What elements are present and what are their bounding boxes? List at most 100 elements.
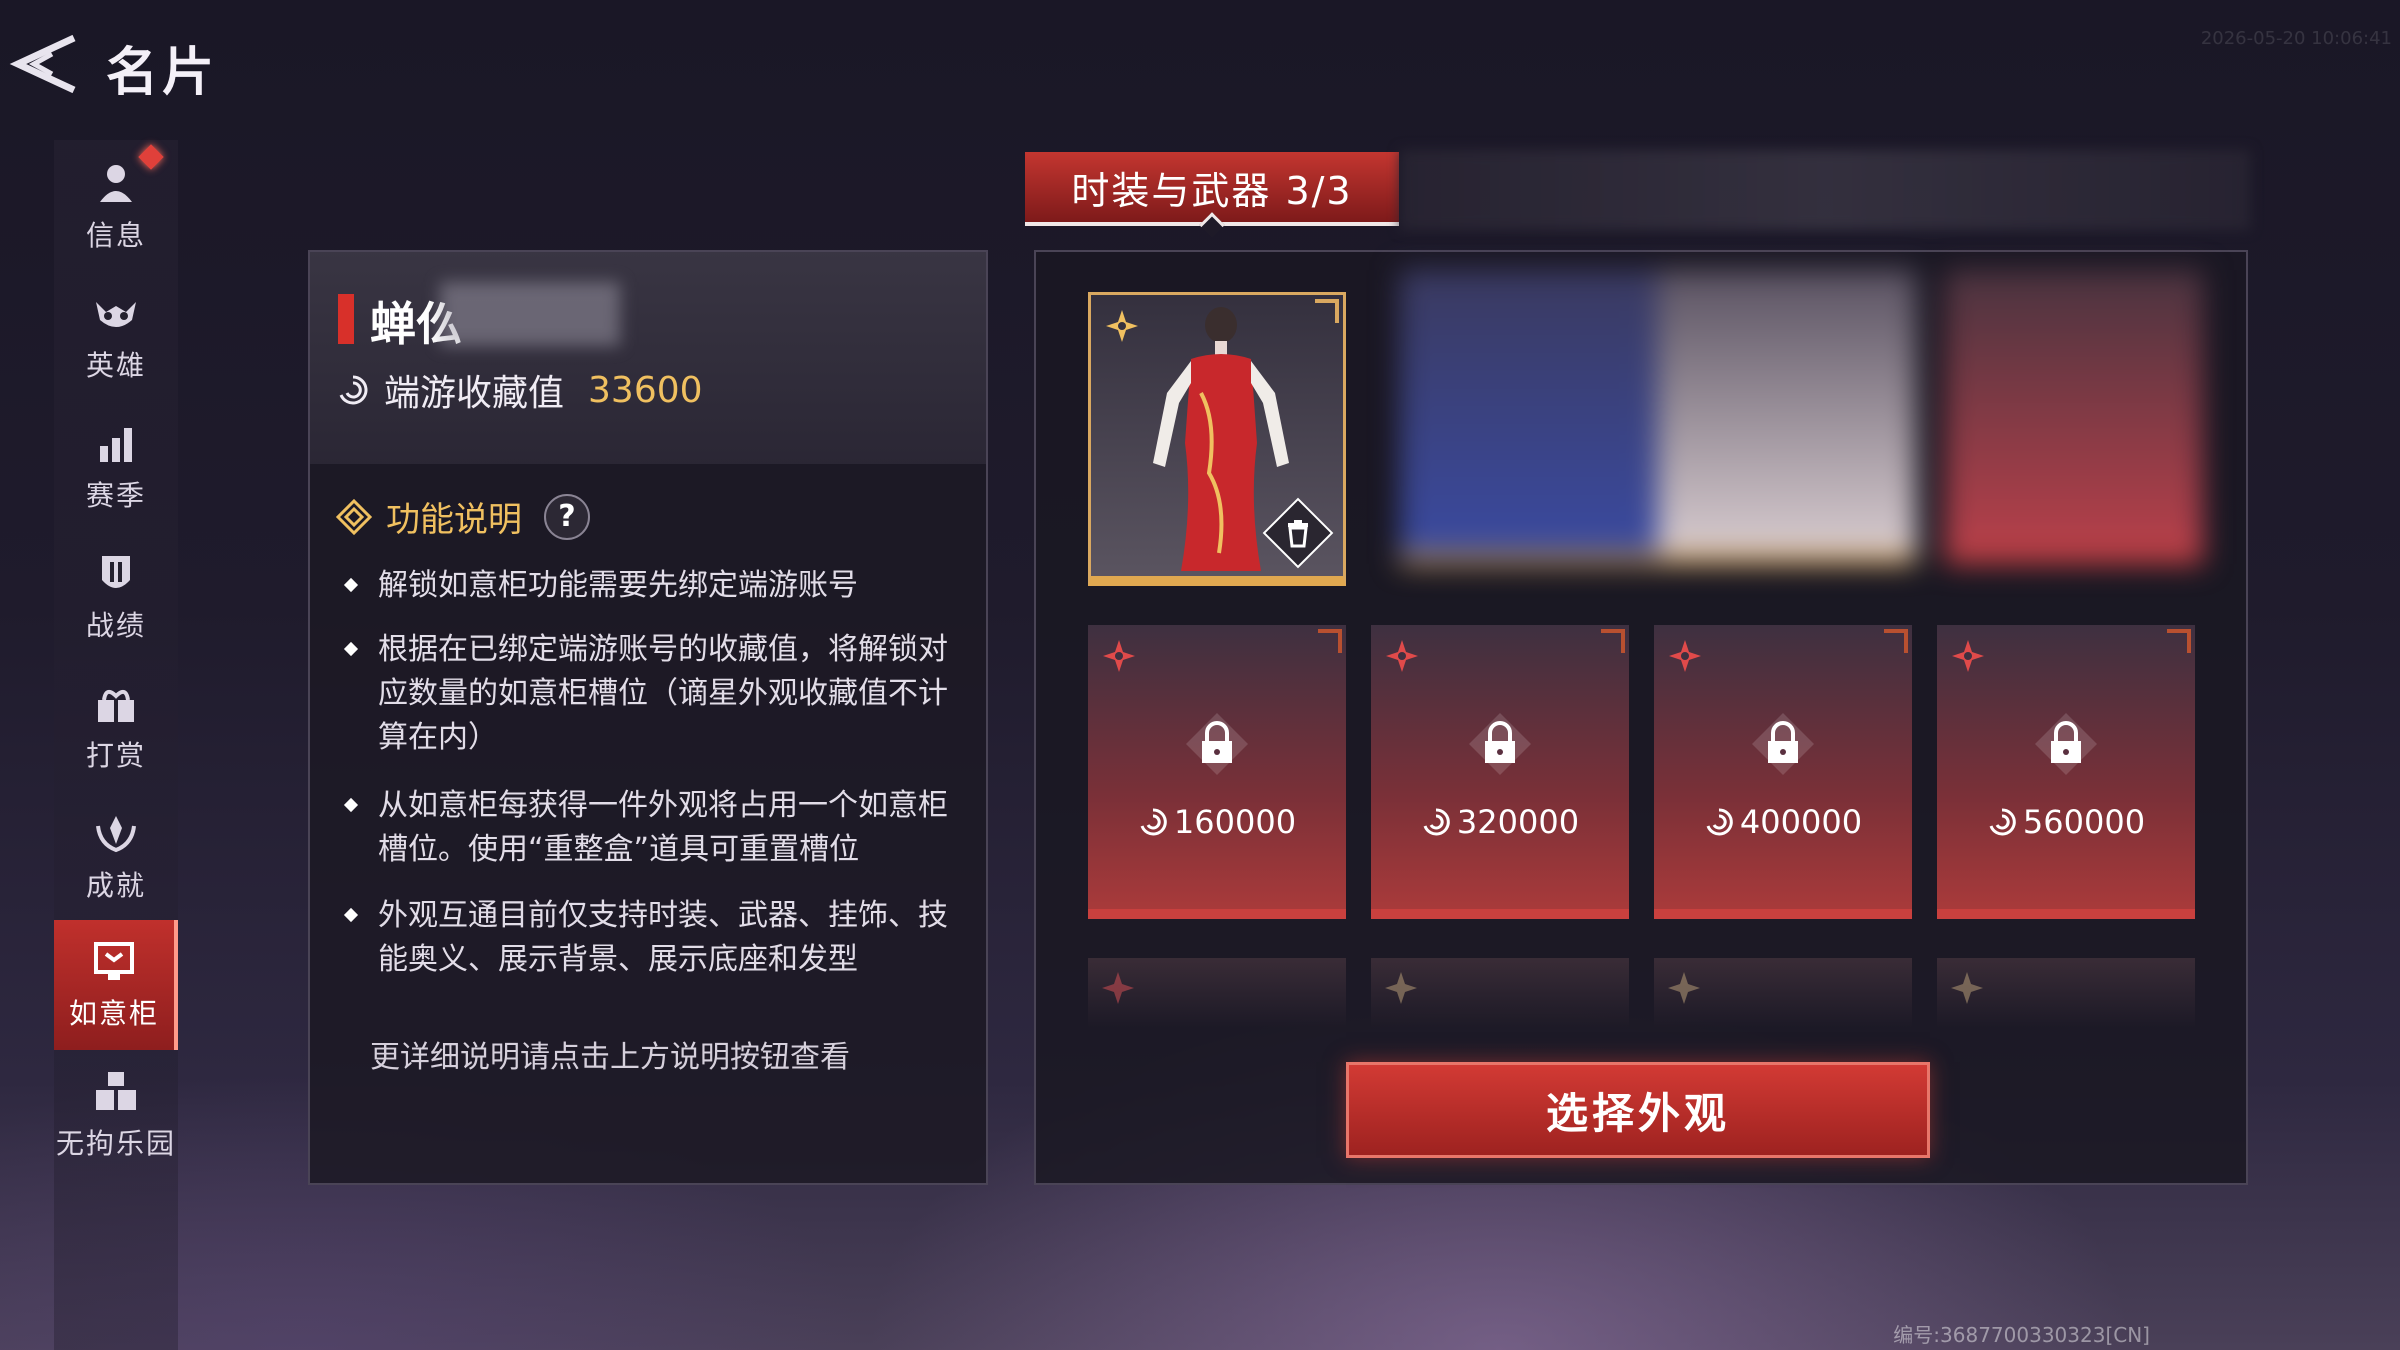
sidebar-item-season[interactable]: 赛季 [54, 402, 178, 532]
function-title: 功能说明 [386, 500, 522, 540]
gold-star-icon [1951, 972, 1983, 1004]
mask-icon [96, 302, 136, 327]
bullet-diamond [343, 641, 359, 657]
info-bullet: 从如意柜每获得一件外观将占用一个如意柜槽位。使用“重整盒”道具可重置槽位 [338, 784, 958, 872]
info-panel: 蝉仫 端游收藏值 33600 功能说明 ? 解锁如意柜功能需要先绑定端游账号 根… [308, 250, 988, 1185]
lock-icon [1469, 713, 1531, 775]
sidebar-item-label: 成就 [85, 869, 146, 902]
lock-icon [1186, 713, 1248, 775]
locked-slot[interactable]: 560000 [1937, 625, 2195, 919]
slot-partial [1937, 958, 2195, 1028]
sidebar-item-achievement[interactable]: 成就 [54, 792, 178, 922]
collection-value: 33600 [588, 369, 703, 411]
gold-star-icon [1385, 972, 1417, 1004]
slot-corner [1601, 629, 1625, 653]
collection-swirl-icon [1423, 808, 1450, 836]
sidebar-item-label: 如意柜 [68, 997, 159, 1030]
gold-star-icon [1668, 972, 1700, 1004]
sidebar-item-cabinet[interactable]: 如意柜 [54, 920, 178, 1050]
help-button[interactable]: ? [544, 493, 590, 540]
sidebar-item-label: 英雄 [85, 349, 146, 382]
sidebar-item-label: 无拘乐园 [55, 1127, 176, 1160]
bullet-diamond [343, 907, 359, 923]
slot-corner [2167, 629, 2191, 653]
collection-row: 端游收藏值 33600 [336, 364, 703, 416]
sidebar-item-label: 信息 [85, 219, 146, 252]
red-star-icon [1102, 972, 1134, 1004]
sidebar: 信息 英雄 赛季 战绩 打赏 成就 如意柜 无拘乐园 [54, 140, 178, 1350]
sidebar-item-label: 赛季 [85, 479, 146, 512]
info-bullet: 根据在已绑定端游账号的收藏值，将解锁对应数量的如意柜槽位（谪星外观收藏值不计算在… [338, 628, 958, 760]
trash-icon [1288, 520, 1308, 548]
back-button[interactable] [4, 28, 84, 98]
tab-caret [1199, 212, 1225, 238]
slot-partial [1654, 958, 1912, 1028]
slot-corner [1318, 629, 1342, 653]
cost-value: 160000 [1173, 803, 1297, 841]
gift-icon [98, 689, 134, 722]
red-star-icon [1386, 640, 1418, 672]
info-bullet: 外观互通目前仅支持时装、武器、挂饰、技能奥义、展示背景、展示底座和发型 [338, 894, 958, 982]
select-appearance-button[interactable]: 选择外观 [1346, 1062, 1930, 1158]
bullet-text: 根据在已绑定端游账号的收藏值，将解锁对应数量的如意柜槽位（谪星外观收藏值不计算在… [378, 632, 948, 755]
more-info-note: 更详细说明请点击上方说明按钮查看 [370, 1040, 850, 1075]
bullet-diamond [343, 797, 359, 813]
slot-corner [1315, 299, 1339, 323]
profile-header: 蝉仫 端游收藏值 33600 [310, 252, 986, 464]
timestamp: 2026-05-20 10:06:41 [2200, 28, 2392, 49]
unlock-cost: 160000 [1088, 803, 1346, 841]
sidebar-item-record[interactable]: 战绩 [54, 532, 178, 662]
person-icon [100, 165, 132, 202]
collection-label: 端游收藏值 [384, 373, 565, 414]
collection-swirl-icon [1989, 808, 2016, 836]
collection-swirl-icon [1706, 808, 1733, 836]
red-star-icon [1103, 640, 1135, 672]
bullet-text: 解锁如意柜功能需要先绑定端游账号 [378, 568, 858, 603]
sidebar-item-label: 战绩 [85, 609, 146, 642]
outfit-slot-filled[interactable] [1088, 292, 1346, 586]
blocks-icon [96, 1072, 136, 1110]
sidebar-item-info[interactable]: 信息 [54, 142, 178, 272]
notification-dot [138, 144, 164, 170]
bar-chart-icon [100, 428, 132, 462]
function-header: 功能说明 ? [336, 492, 590, 541]
cost-value: 320000 [1456, 803, 1580, 841]
unlock-cost: 560000 [1937, 803, 2195, 841]
info-bullet: 解锁如意柜功能需要先绑定端游账号 [338, 564, 958, 608]
diamond-icon [336, 498, 372, 535]
lock-icon [2035, 713, 2097, 775]
unlock-cost: 400000 [1654, 803, 1912, 841]
red-star-icon [1669, 640, 1701, 672]
bullet-diamond [343, 577, 359, 593]
tab-outfit-weapon[interactable]: 时装与武器 3/3 [1025, 152, 1399, 238]
back-arrow-icon [9, 34, 76, 94]
slot-partial [1088, 958, 1346, 1028]
collection-swirl-icon [339, 375, 368, 405]
laurel-icon [96, 816, 136, 853]
locked-slot[interactable]: 400000 [1654, 625, 1912, 919]
bullet-text: 从如意柜每获得一件外观将占用一个如意柜槽位。使用“重整盒”道具可重置槽位 [378, 788, 948, 867]
bullet-text: 外观互通目前仅支持时装、武器、挂饰、技能奥义、展示背景、展示底座和发型 [378, 898, 948, 977]
unlock-cost: 320000 [1371, 803, 1629, 841]
name-accent-bar [338, 294, 354, 344]
tabs-redaction-blur [1400, 150, 2250, 230]
locked-slot[interactable]: 160000 [1088, 625, 1346, 919]
lock-icon [1752, 713, 1814, 775]
red-star-icon [1952, 640, 1984, 672]
serial-id: 编号:3687700330323[CN] [1893, 1323, 2150, 1347]
sidebar-item-label: 打赏 [85, 739, 146, 772]
redacted-slots-blur [1400, 270, 2270, 580]
sidebar-item-reward[interactable]: 打赏 [54, 662, 178, 792]
slot-corner [1884, 629, 1908, 653]
slot-partial [1371, 958, 1629, 1028]
shield-icon [102, 556, 130, 588]
page-title: 名片 [106, 43, 219, 103]
cabinet-icon [94, 942, 134, 980]
name-redaction-blur [440, 282, 620, 346]
tab-label: 时装与武器 3/3 [1071, 168, 1353, 213]
sidebar-item-heroes[interactable]: 英雄 [54, 272, 178, 402]
cost-value: 560000 [2022, 803, 2146, 841]
locked-slot[interactable]: 320000 [1371, 625, 1629, 919]
sidebar-item-park[interactable]: 无拘乐园 [54, 1050, 178, 1180]
collection-swirl-icon [1140, 808, 1167, 836]
